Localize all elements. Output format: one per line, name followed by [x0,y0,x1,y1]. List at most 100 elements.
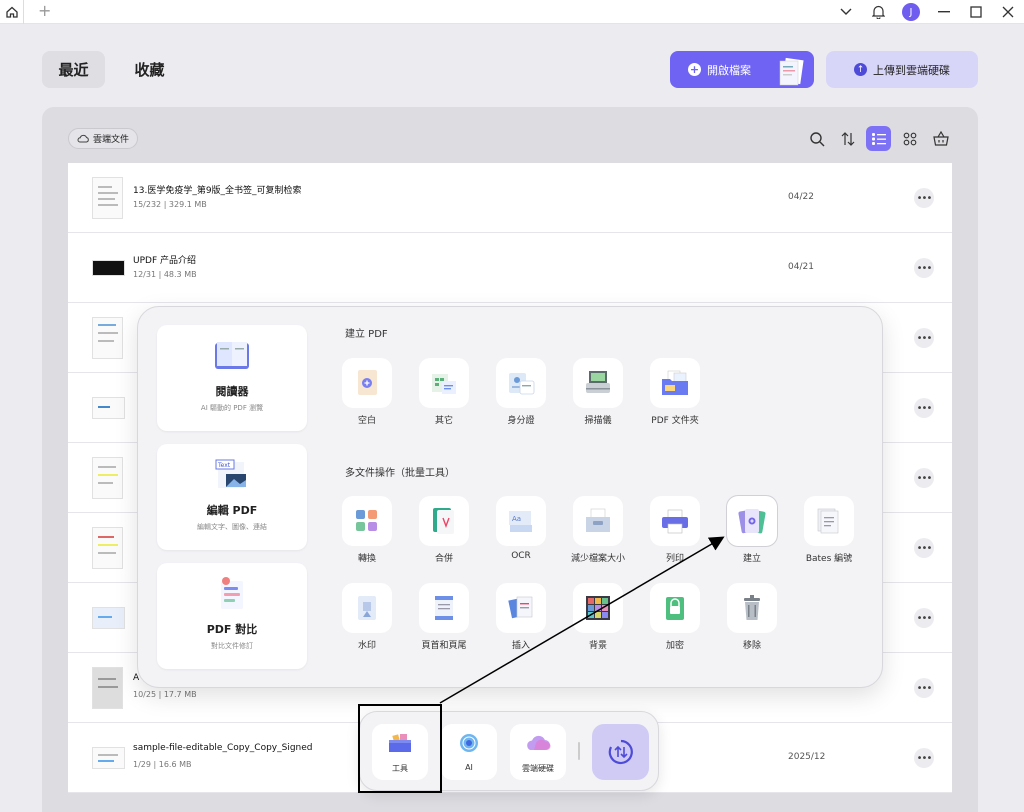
tool-label: 建立 [742,554,761,564]
upload-cloud-button[interactable]: ↑ 上傳到雲端硬碟 [826,51,978,88]
svg-text:Text: Text [217,462,231,469]
tool-encrypt[interactable]: 加密 [644,583,706,651]
tool-watermark[interactable]: 水印 [336,583,398,651]
folder-icon [662,370,688,395]
close-icon[interactable] [992,0,1024,24]
more-options-button[interactable]: ••• [914,678,934,698]
mode-reader[interactable]: 閱讀器 AI 驅動的 PDF 瀏覽 [157,325,307,431]
tool-create[interactable]: 建立 [721,496,783,564]
cloud-docs-label: 雲端文件 [93,135,130,145]
tool-label: 身分證 [507,416,535,426]
file-thumbnail [92,527,123,569]
dock-divider [578,742,580,760]
tool-header-footer[interactable]: 頁首和頁尾 [413,583,475,651]
new-tab-button[interactable]: + [38,1,51,20]
id-card-icon [509,373,535,395]
tool-insert[interactable]: 插入 [490,583,552,651]
file-row[interactable]: UPDF 产品介绍 12/31 | 48.3 MB 04/21 ••• [68,233,952,303]
tool-convert[interactable]: 轉換 [336,496,398,564]
open-file-button[interactable]: + 開啟檔案 [670,51,814,88]
chevron-down-icon[interactable] [830,0,862,24]
documents-icon [779,57,804,86]
dock-cloud[interactable]: 雲端硬碟 [510,724,566,780]
merge-icon [433,508,454,534]
list-view-icon[interactable] [866,126,891,151]
dock-label: 雲端硬碟 [522,764,554,773]
upload-icon: ↑ [854,63,867,76]
tool-label: 減少檔案大小 [570,554,625,564]
section-create-pdf: 建立 PDF [345,329,388,340]
file-thumbnail [92,607,125,629]
file-thumbnail [92,177,123,219]
search-icon[interactable] [804,126,829,151]
home-button[interactable] [0,0,24,24]
tool-remove[interactable]: 移除 [721,583,783,651]
more-options-button[interactable]: ••• [914,328,934,348]
tool-bates[interactable]: Bates 編號 [798,496,860,564]
tool-label: 列印 [665,554,684,564]
other-formats-icon [432,374,456,394]
tool-label: 其它 [434,416,453,426]
tab-recent[interactable]: 最近 [42,51,105,88]
more-options-button[interactable]: ••• [914,188,934,208]
mode-pdf-compare[interactable]: PDF 對比 對比文件修訂 [157,563,307,669]
tool-other[interactable]: 其它 [413,358,475,426]
tool-background[interactable]: 背景 [567,583,629,651]
insert-icon [508,596,533,619]
printer-icon [662,509,688,534]
cloud-docs-filter[interactable]: 雲端文件 [68,128,139,149]
background-icon [586,596,610,620]
tool-print[interactable]: 列印 [644,496,706,564]
ocr-icon: Aa [509,511,532,532]
tab-favorites[interactable]: 收藏 [122,51,177,88]
tool-label: 空白 [357,416,376,426]
mode-subtitle: AI 驅動的 PDF 瀏覽 [200,404,264,412]
more-options-button[interactable]: ••• [914,608,934,628]
basket-icon[interactable] [928,126,953,151]
cloud-drive-icon [527,735,551,750]
create-icon [738,509,766,534]
tool-merge[interactable]: 合併 [413,496,475,564]
tool-id-card[interactable]: 身分證 [490,358,552,426]
grid-view-icon[interactable] [897,126,922,151]
avatar[interactable]: J [902,3,920,21]
tool-label: OCR [511,551,531,561]
minimize-icon[interactable] [928,0,960,24]
more-options-button[interactable]: ••• [914,538,934,558]
watermark-icon [358,596,376,620]
more-options-button[interactable]: ••• [914,398,934,418]
maximize-icon[interactable] [960,0,992,24]
file-name: 13.医学免疫学_第9版_全书签_可复制检索 [133,186,302,196]
file-row[interactable]: 13.医学免疫学_第9版_全书签_可复制检索 15/232 | 329.1 MB… [68,163,952,233]
more-options-button[interactable]: ••• [914,748,934,768]
dock-ai[interactable]: AI [441,724,497,780]
more-options-button[interactable]: ••• [914,468,934,488]
switch-icon [608,739,633,765]
file-date: 04/21 [788,262,814,272]
tool-blank[interactable]: 空白 [336,358,398,426]
file-thumbnail [92,397,125,419]
compress-icon [586,508,610,532]
list-toolbar [804,126,953,151]
tool-pdf-folder[interactable]: PDF 文件夾 [644,358,706,426]
file-thumbnail [92,667,123,709]
tool-label: 插入 [511,641,530,651]
tool-ocr[interactable]: Aa OCR [490,496,552,561]
dock-switch-button[interactable] [592,724,649,780]
mode-edit-pdf[interactable]: Text 編輯 PDF 編輯文字、圖像、連結 [157,444,307,550]
file-meta: 15/232 | 329.1 MB [133,200,207,209]
tool-scanner[interactable]: 掃描儀 [567,358,629,426]
mode-subtitle: 對比文件修訂 [211,642,253,650]
file-meta: 1/29 | 16.6 MB [133,760,192,769]
title-bar: + J [0,0,1024,24]
svg-text:Aa: Aa [512,515,521,523]
file-thumbnail [92,457,123,499]
cloud-icon [77,134,89,143]
ai-icon [460,734,478,752]
tool-compress[interactable]: 減少檔案大小 [567,496,629,564]
home-icon [5,6,18,18]
scanner-icon [586,371,610,393]
more-options-button[interactable]: ••• [914,258,934,278]
sort-icon[interactable] [835,126,860,151]
bell-icon[interactable] [862,0,894,24]
